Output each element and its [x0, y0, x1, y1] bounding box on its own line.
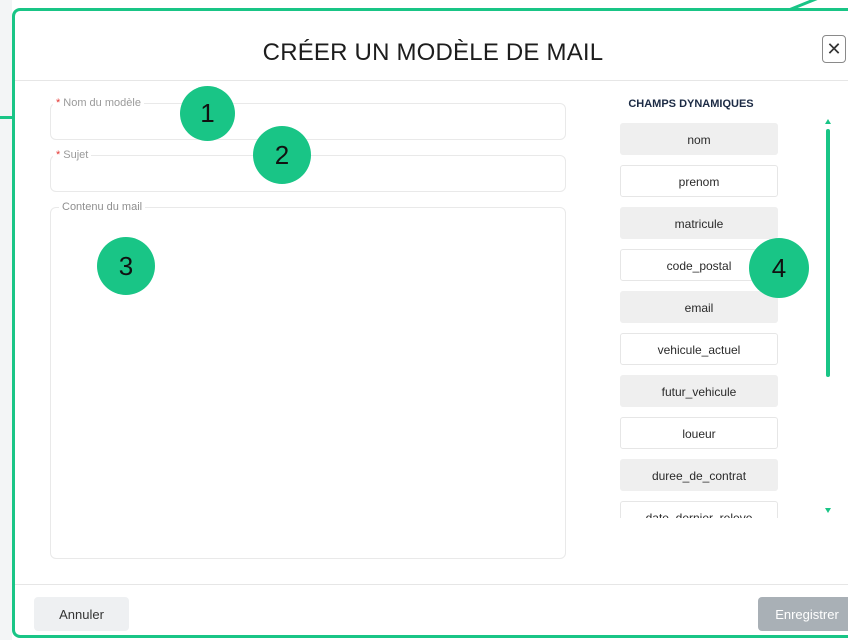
scroll-down-arrow-icon[interactable] — [825, 508, 831, 513]
required-mark: * — [56, 149, 61, 161]
template-name-label-text: Nom du modèle — [63, 97, 141, 109]
annotation-badge-2: 2 — [253, 126, 311, 184]
required-mark: * — [56, 97, 61, 109]
dynamic-field-chip[interactable]: email — [620, 291, 778, 323]
save-button[interactable]: Enregistrer — [758, 597, 848, 631]
dynamic-field-chip[interactable]: futur_vehicule — [620, 375, 778, 407]
annotation-badge-1: 1 — [180, 86, 235, 141]
modal-title: CRÉER UN MODÈLE DE MAIL — [262, 39, 604, 66]
dynamic-field-chip[interactable]: loueur — [620, 417, 778, 449]
dynamic-field-chip[interactable]: vehicule_actuel — [620, 333, 778, 365]
dynamic-field-chip[interactable]: prenom — [620, 165, 778, 197]
dynamic-field-chip[interactable]: nom — [620, 123, 778, 155]
dynamic-fields-title: CHAMPS DYNAMIQUES — [628, 98, 754, 110]
scrollbar-thumb[interactable] — [826, 129, 830, 377]
template-name-label: * Nom du modèle — [53, 96, 144, 110]
dynamic-field-chip[interactable]: duree_de_contrat — [620, 459, 778, 491]
cancel-button[interactable]: Annuler — [34, 597, 129, 631]
close-icon[interactable]: ✕ — [822, 35, 846, 63]
subject-label-text: Sujet — [63, 149, 89, 161]
scroll-up-arrow-icon[interactable] — [825, 119, 831, 124]
dynamic-field-chip[interactable]: matricule — [620, 207, 778, 239]
background-strip — [0, 0, 12, 640]
mail-content-label: Contenu du mail — [59, 200, 146, 214]
create-mail-template-modal: CRÉER UN MODÈLE DE MAIL ✕ * Nom du modèle… — [12, 8, 848, 638]
dynamic-field-chip[interactable]: date_dernier_releve — [620, 501, 778, 518]
annotation-badge-4: 4 — [749, 238, 809, 298]
dynamic-fields-list: nom prenom matricule code_postal email v… — [620, 123, 780, 518]
annotation-badge-3: 3 — [97, 237, 155, 295]
header-divider — [15, 80, 848, 81]
template-name-input[interactable]: * Nom du modèle — [50, 96, 566, 140]
footer-divider — [15, 584, 848, 585]
subject-label: * Sujet — [53, 148, 92, 162]
